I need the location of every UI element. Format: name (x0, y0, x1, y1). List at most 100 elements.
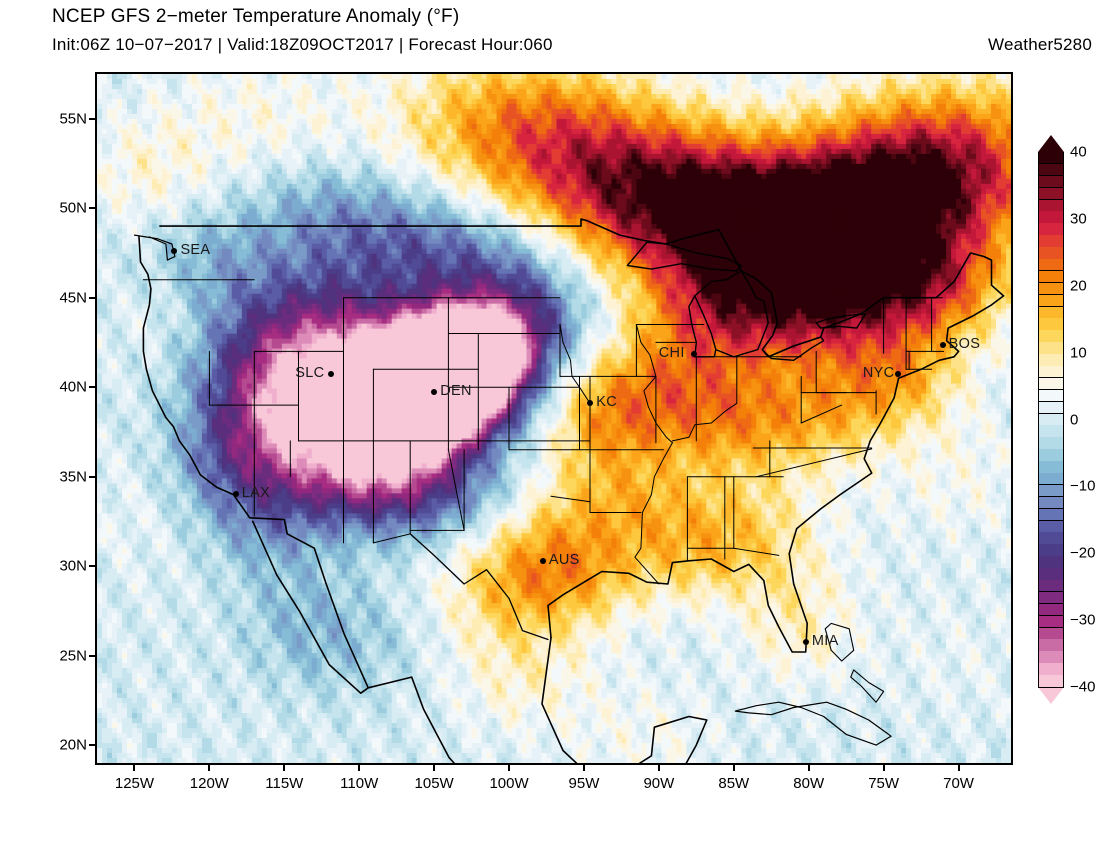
longitude-tick-label: 95W (569, 775, 600, 792)
latitude-tick (89, 476, 96, 478)
city-label: DEN (440, 383, 472, 399)
colorbar-band (1038, 200, 1064, 212)
longitude-tick-label: 75W (868, 775, 899, 792)
latitude-tick-label: 45N (41, 289, 87, 306)
colorbar-tick-label: −20 (1070, 545, 1095, 562)
colorbar-band (1038, 390, 1064, 402)
colorbar (1038, 152, 1064, 687)
longitude-tick (208, 764, 210, 771)
latitude-tick-label: 35N (41, 468, 87, 485)
city-label: SLC (295, 365, 324, 381)
colorbar-tick-label: −30 (1070, 612, 1095, 629)
colorbar-band (1038, 437, 1064, 449)
colorbar-band (1038, 663, 1064, 675)
longitude-tick (433, 764, 435, 771)
longitude-tick (883, 764, 885, 771)
longitude-tick-label: 70W (943, 775, 974, 792)
longitude-tick (958, 764, 960, 771)
latitude-tick (89, 118, 96, 120)
city-label: AUS (549, 552, 580, 568)
colorbar-band (1038, 318, 1064, 330)
city-dot-icon (940, 342, 946, 348)
colorbar-band (1038, 556, 1064, 568)
colorbar-band (1038, 307, 1064, 319)
header: NCEP GFS 2−meter Temperature Anomaly (°F… (52, 6, 1092, 57)
city-dot-icon (691, 351, 697, 357)
colorbar-band (1038, 544, 1064, 556)
longitude-tick (733, 764, 735, 771)
city-dot-icon (328, 371, 334, 377)
colorbar-band (1038, 414, 1064, 426)
latitude-tick-label: 55N (41, 110, 87, 127)
longitude-tick-label: 105W (415, 775, 454, 792)
forecast-metadata: Init:06Z 10−07−2017 | Valid:18Z09OCT2017… (52, 35, 1092, 55)
colorbar-band (1038, 164, 1064, 176)
colorbar-band (1038, 259, 1064, 271)
city-label: SEA (180, 242, 210, 258)
colorbar-band (1038, 235, 1064, 247)
colorbar-band (1038, 378, 1064, 390)
latitude-tick-label: 50N (41, 200, 87, 217)
colorbar-band (1038, 628, 1064, 640)
longitude-tick (808, 764, 810, 771)
colorbar-band (1038, 485, 1064, 497)
anomaly-heatmap (97, 74, 1011, 763)
map-plot-area (95, 72, 1013, 765)
latitude-tick-label: 25N (41, 647, 87, 664)
colorbar-band (1038, 568, 1064, 580)
colorbar-band (1038, 354, 1064, 366)
longitude-tick-label: 125W (115, 775, 154, 792)
colorbar-band (1038, 651, 1064, 663)
colorbar-band (1038, 152, 1064, 164)
colorbar-tick-label: 20 (1070, 277, 1087, 294)
colorbar-band (1038, 639, 1064, 651)
colorbar-band (1038, 449, 1064, 461)
weather-map-page: NCEP GFS 2−meter Temperature Anomaly (°F… (0, 0, 1100, 850)
colorbar-tick-label: 0 (1070, 411, 1078, 428)
colorbar-band (1038, 342, 1064, 354)
city-label: LAX (242, 485, 270, 501)
colorbar-band (1038, 366, 1064, 378)
longitude-tick-label: 90W (643, 775, 674, 792)
colorbar-min-arrow (1038, 687, 1064, 704)
colorbar-tick-label: 40 (1070, 144, 1087, 161)
longitude-tick (133, 764, 135, 771)
latitude-tick (89, 565, 96, 567)
colorbar-band (1038, 532, 1064, 544)
city-label: NYC (863, 365, 895, 381)
longitude-tick-label: 110W (340, 775, 378, 792)
colorbar-band (1038, 271, 1064, 283)
colorbar-tick-label: 30 (1070, 210, 1087, 227)
colorbar-band (1038, 211, 1064, 223)
longitude-tick (583, 764, 585, 771)
latitude-tick (89, 386, 96, 388)
colorbar-band (1038, 188, 1064, 200)
city-dot-icon (233, 491, 239, 497)
city-label: KC (596, 394, 617, 410)
latitude-tick (89, 297, 96, 299)
colorbar-band (1038, 247, 1064, 259)
latitude-tick (89, 744, 96, 746)
longitude-tick (658, 764, 660, 771)
latitude-tick-label: 40N (41, 379, 87, 396)
city-label: BOS (949, 336, 981, 352)
colorbar-band (1038, 330, 1064, 342)
latitude-tick-label: 20N (41, 737, 87, 754)
colorbar-tick-label: −10 (1070, 478, 1095, 495)
colorbar-band (1038, 473, 1064, 485)
city-label: MIA (812, 633, 839, 649)
longitude-tick-label: 115W (265, 775, 303, 792)
longitude-tick-label: 80W (793, 775, 824, 792)
colorbar-band (1038, 616, 1064, 628)
colorbar-band (1038, 675, 1064, 687)
colorbar-band (1038, 176, 1064, 188)
colorbar-band (1038, 461, 1064, 473)
longitude-tick-label: 85W (718, 775, 749, 792)
colorbar-band (1038, 223, 1064, 235)
colorbar-band (1038, 402, 1064, 414)
brand-label: Weather5280 (988, 35, 1092, 55)
colorbar-band (1038, 509, 1064, 521)
colorbar-band (1038, 497, 1064, 509)
latitude-tick-label: 30N (41, 558, 87, 575)
longitude-tick (508, 764, 510, 771)
